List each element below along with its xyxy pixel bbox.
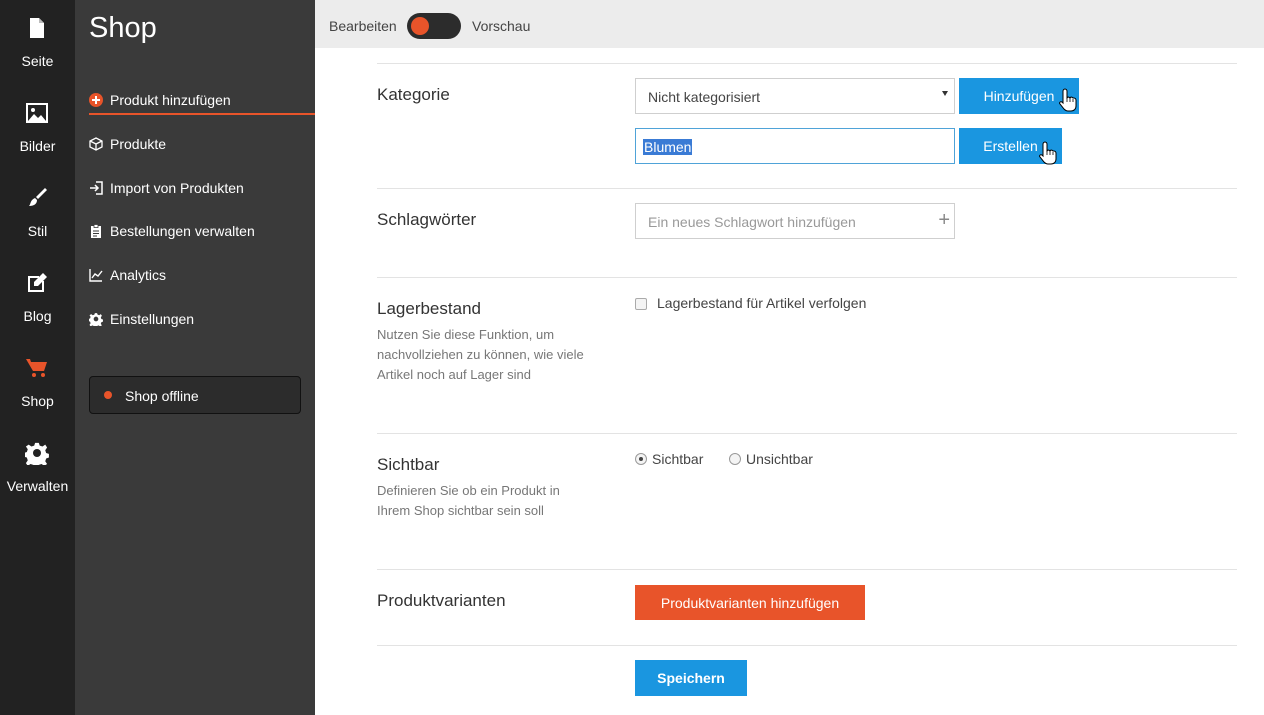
track-stock-checkbox[interactable] [635,298,647,310]
icon-rail: Seite Bilder Stil Blog Shop Verwalten [0,0,75,715]
sidebar-item-label: Produkte [110,136,167,152]
visible-radio[interactable] [635,453,647,465]
category-select-value: Nicht kategorisiert [648,89,761,105]
clipboard-icon [91,224,101,238]
rail-item-label: Blog [23,308,52,324]
edit-mode-label: Bearbeiten [329,18,397,34]
visibility-title: Sichtbar [377,455,440,474]
sidebar-item-import[interactable]: Import von Produkten [89,175,315,203]
sidebar-item-label: Analytics [110,267,167,283]
track-stock-label: Lagerbestand für Artikel verfolgen [657,295,867,311]
edit-preview-toggle[interactable] [407,13,461,39]
rail-item-label: Verwalten [6,478,69,494]
rail-item-verwalten[interactable]: Verwalten [0,425,75,510]
save-label: Speichern [657,670,725,686]
divider [377,433,1237,434]
rail-item-bilder[interactable]: Bilder [0,85,75,170]
variants-title: Produktvarianten [377,591,506,610]
rail-item-label: Seite [21,53,54,69]
sidebar-title: Shop [89,12,157,44]
rail-item-label: Shop [21,393,54,409]
preview-mode-label: Vorschau [472,18,531,34]
hidden-radio-label: Unsichtbar [746,451,813,467]
caret-down-icon [942,91,948,96]
hand-cursor-icon [1039,141,1057,165]
divider [377,188,1237,189]
divider [377,645,1237,646]
sidebar-item-products[interactable]: Produkte [89,131,315,159]
divider [377,277,1237,278]
hand-cursor-icon [1059,88,1077,112]
brush-icon [29,188,47,206]
gear-icon [25,442,49,465]
divider [377,569,1237,570]
rail-item-stil[interactable]: Stil [0,170,75,255]
hidden-radio[interactable] [729,453,741,465]
box-icon [89,137,103,151]
shop-status-button[interactable]: Shop offline [89,376,301,414]
new-category-value: Blumen [643,139,693,155]
page-icon [30,18,44,38]
plus-icon[interactable]: + [938,209,950,232]
sidebar-item-label: Import von Produkten [110,180,244,196]
tag-input[interactable]: Ein neues Schlagwort hinzufügen + [635,203,955,239]
visible-radio-label: Sichtbar [652,451,704,467]
import-icon [90,181,103,195]
tag-input-placeholder: Ein neues Schlagwort hinzufügen [648,214,856,230]
sidebar-item-settings[interactable]: Einstellungen [89,306,315,334]
gear-icon [89,313,103,326]
sidebar-item-add-product[interactable]: Produkt hinzufügen [89,87,315,115]
rail-item-label: Stil [27,223,48,239]
chart-icon [89,269,103,282]
toggle-knob [411,17,429,35]
add-variants-label: Produktvarianten hinzufügen [660,595,840,611]
category-select[interactable]: Nicht kategorisiert [635,78,955,114]
sidebar-item-label: Einstellungen [110,311,195,327]
cart-icon [26,359,47,377]
category-title: Kategorie [377,85,450,104]
add-variants-button[interactable]: Produktvarianten hinzufügen [635,585,865,620]
top-bar: Bearbeiten Vorschau [315,0,1264,48]
image-icon [26,103,48,123]
sidebar-item-label: Produkt hinzufügen [110,92,231,108]
save-button[interactable]: Speichern [635,660,747,696]
status-dot [104,391,112,399]
sidebar-item-label: Bestellungen verwalten [110,223,255,239]
rail-item-shop[interactable]: Shop [0,340,75,425]
stock-title: Lagerbestand [377,299,481,318]
plus-circle-icon [89,93,103,107]
rail-item-seite[interactable]: Seite [0,0,75,85]
rail-item-blog[interactable]: Blog [0,255,75,340]
sidebar-item-orders[interactable]: Bestellungen verwalten [89,218,315,246]
visibility-description: Definieren Sie ob ein Produkt in Ihrem S… [377,483,560,518]
edit-icon [28,273,47,292]
product-form: Kategorie Nicht kategorisiert Hinzufügen… [315,48,1264,715]
sidebar-item-analytics[interactable]: Analytics [89,262,315,290]
shop-sidebar: Shop Produkt hinzufügen Produkte Import … [75,0,315,715]
new-category-input[interactable]: Blumen [635,128,955,164]
stock-description: Nutzen Sie diese Funktion, um nachvollzi… [377,327,584,382]
rail-item-label: Bilder [19,138,56,154]
shop-status-label: Shop offline [125,388,199,404]
tags-title: Schlagwörter [377,210,477,229]
divider [377,63,1237,64]
